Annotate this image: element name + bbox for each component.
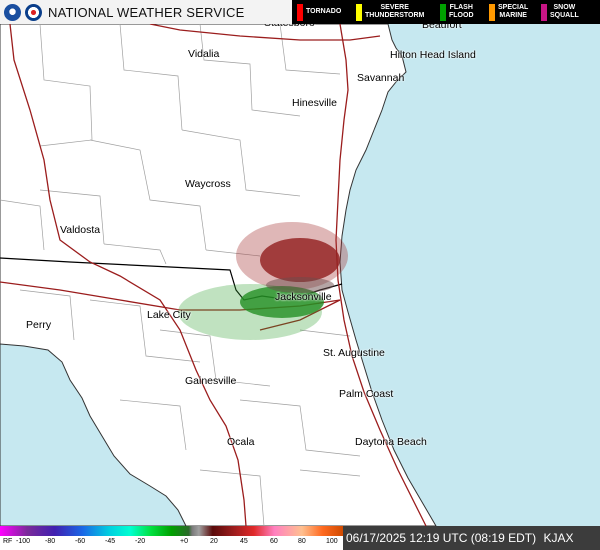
color-bar-label-rf: RF [3, 538, 13, 545]
header-bar: NATIONAL WEATHER SERVICE TORNADO SEVERE … [0, 0, 600, 24]
color-bar-label-m100: -100 [16, 538, 31, 545]
timestamp-readout: 06/17/2025 12:19 UTC (08:19 EDT) KJAX [343, 526, 600, 550]
color-bar-label-45: 45 [240, 538, 248, 545]
city-label-palm-coast: Palm Coast [339, 388, 394, 400]
city-label-hilton-head-island: Hilton Head Island [390, 49, 476, 61]
color-bar-label-m45: -45 [105, 538, 116, 545]
nws-branding: NATIONAL WEATHER SERVICE [0, 0, 292, 24]
warning-legend-tornado: TORNADO [297, 0, 341, 24]
snow-squall-label-line2: SQUALL [550, 12, 579, 19]
city-label-perry: Perry [26, 319, 52, 331]
color-bar-label-p0: +0 [180, 538, 188, 545]
special-marine-label-line2: MARINE [499, 12, 527, 19]
city-label-waycross: Waycross [185, 178, 231, 190]
city-label-lake-city: Lake City [147, 309, 191, 321]
snow-squall-swatch [541, 3, 547, 21]
radar-map[interactable] [0, 0, 600, 550]
timestamp-text: 06/17/2025 12:19 UTC (08:19 EDT) [346, 531, 537, 545]
severe-thunderstorm-swatch [356, 3, 362, 21]
flash-flood-swatch [440, 3, 446, 21]
flash-flood-label-line2: FLOOD [449, 12, 474, 19]
city-label-vidalia: Vidalia [188, 48, 220, 60]
color-bar-label-80: 80 [298, 538, 306, 545]
city-label-hinesville: Hinesville [292, 97, 337, 109]
nws-logo-icon [25, 3, 42, 21]
city-label-daytona-beach: Daytona Beach [355, 436, 427, 448]
warning-legend-snow-squall: SNOW SQUALL [541, 0, 579, 24]
header-title: NATIONAL WEATHER SERVICE [48, 4, 245, 20]
severe-label-line2: THUNDERSTORM [365, 12, 425, 19]
flash-flood-label-line1: FLASH [449, 4, 473, 11]
color-scale-strip [0, 526, 343, 536]
city-label-jacksonville: Jacksonville [275, 291, 332, 303]
tornado-label: TORNADO [306, 8, 342, 15]
noaa-logo-icon [4, 3, 21, 21]
color-bar-label-m20: -20 [135, 538, 146, 545]
warning-legend-severe-thunderstorm: SEVERE THUNDERSTORM [356, 0, 424, 24]
station-id: KJAX [543, 531, 574, 545]
color-bar-label-m80: -80 [45, 538, 56, 545]
warning-legend-flash-flood: FLASH FLOOD [440, 0, 474, 24]
snow-squall-label-line1: SNOW [553, 4, 576, 11]
tornado-swatch [297, 3, 303, 21]
warning-legend-special-marine: SPECIAL MARINE [489, 0, 528, 24]
city-label-valdosta: Valdosta [60, 224, 101, 236]
color-bar-label-100: 100 [326, 538, 338, 545]
velocity-color-bar: RF -100 -80 -60 -45 -20 +0 20 45 60 80 1… [0, 526, 343, 550]
color-bar-label-20: 20 [210, 538, 218, 545]
city-label-st-augustine: St. Augustine [323, 347, 385, 359]
special-marine-swatch [489, 3, 495, 21]
footer-bar: RF -100 -80 -60 -45 -20 +0 20 45 60 80 1… [0, 526, 600, 550]
severe-label-line1: SEVERE [380, 4, 409, 11]
color-bar-label-60: 60 [270, 538, 278, 545]
color-bar-label-m60: -60 [75, 538, 86, 545]
city-label-savannah: Savannah [357, 72, 405, 84]
city-label-ocala: Ocala [227, 436, 255, 448]
city-label-gainesville: Gainesville [185, 375, 237, 387]
special-marine-label-line1: SPECIAL [498, 4, 529, 11]
